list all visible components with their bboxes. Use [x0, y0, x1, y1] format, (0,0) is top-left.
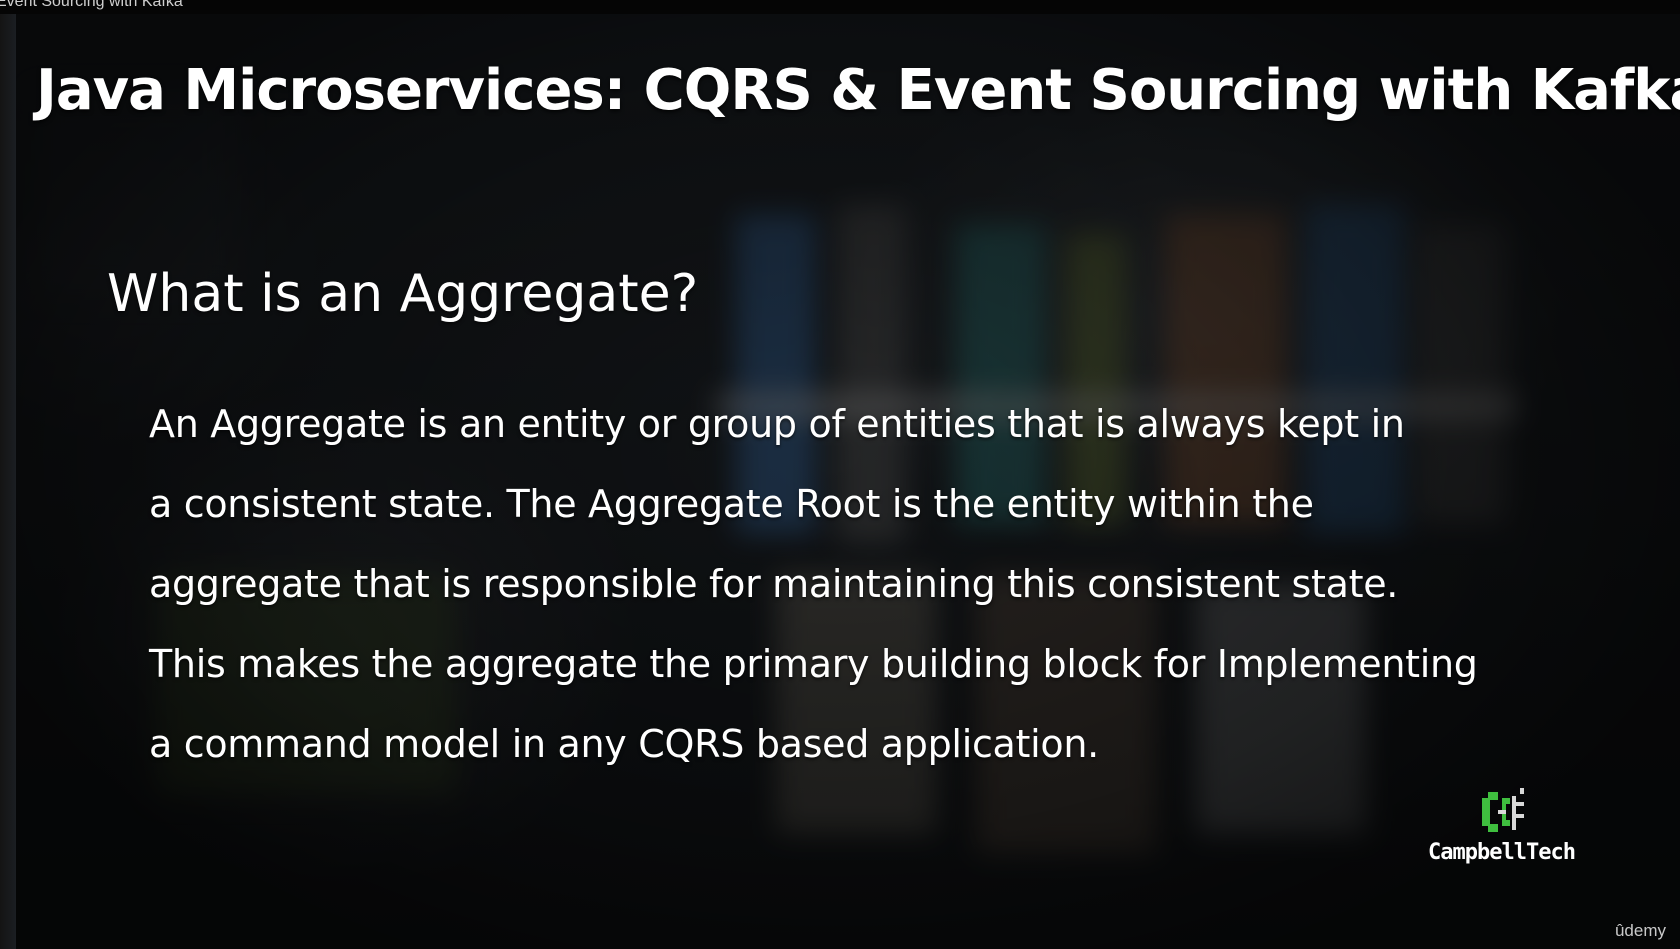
- window-title-bar: Event Sourcing with Kafka: [0, 0, 1680, 14]
- video-frame[interactable]: Java Microservices: CQRS & Event Sourcin…: [16, 14, 1680, 949]
- body-line: a consistent state. The Aggregate Root i…: [149, 482, 1314, 526]
- course-title: Java Microservices: CQRS & Event Sourcin…: [36, 58, 1680, 123]
- window-title: Event Sourcing with Kafka: [0, 0, 183, 10]
- body-line: This makes the aggregate the primary bui…: [149, 642, 1478, 686]
- campbelltech-logo-icon: [1482, 788, 1524, 832]
- brand-name: CampbellTech: [1428, 840, 1576, 865]
- body-line: a command model in any CQRS based applic…: [149, 722, 1099, 766]
- udemy-watermark: ûdemy: [1614, 921, 1666, 940]
- slide-heading: What is an Aggregate?: [107, 264, 699, 324]
- player-left-edge: [0, 14, 16, 949]
- body-line: An Aggregate is an entity or group of en…: [149, 402, 1405, 446]
- brand-logo: CampbellTech: [1428, 784, 1576, 904]
- video-player[interactable]: Event Sourcing with Kafka Java Microserv…: [0, 0, 1680, 949]
- slide-body: An Aggregate is an entity or group of en…: [149, 394, 1609, 794]
- body-line: aggregate that is responsible for mainta…: [149, 562, 1399, 606]
